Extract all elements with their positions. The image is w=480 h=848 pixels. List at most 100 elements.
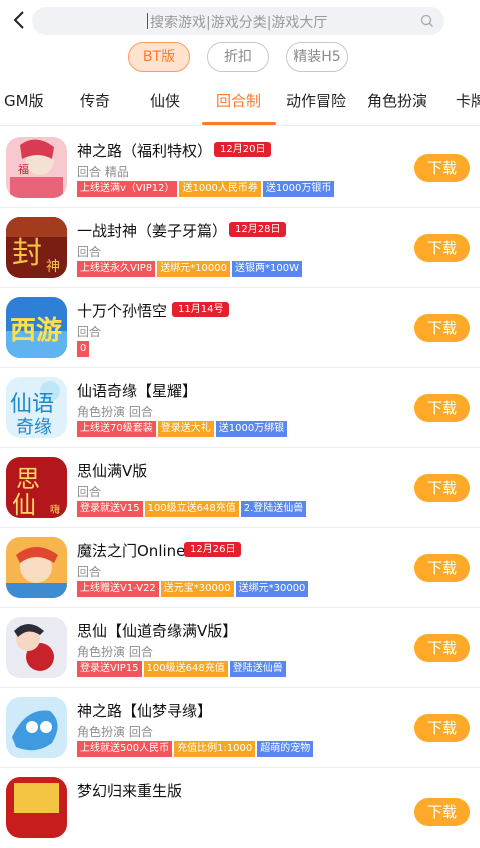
tag: 0	[77, 341, 90, 357]
game-icon	[6, 617, 67, 678]
chip-bt[interactable]: BT版	[128, 42, 190, 72]
tag: 送绑元*30000	[235, 581, 309, 597]
search-input[interactable]: 搜索游戏|游戏分类|游戏大厅	[32, 7, 444, 35]
list-item[interactable]: 福 神之路（福利特权） 12月20日 回合 精品 上线送满v（VIP12） 送10…	[0, 128, 480, 208]
tag: 登录就送V15	[77, 501, 143, 517]
list-item[interactable]: 梦幻归来重生版 下载	[0, 768, 480, 848]
game-category: 回合	[77, 565, 102, 579]
list-item[interactable]: 封神 一战封神（姜子牙篇） 12月28日 回合 上线送永久VIP8 送绑元*100…	[0, 208, 480, 288]
release-date-badge: 12月20日	[214, 142, 272, 157]
tag: 上线送永久VIP8	[77, 261, 156, 277]
tag: 送银两*100W	[232, 261, 302, 277]
tab-turn-based[interactable]: 回合制	[216, 90, 261, 111]
game-icon: 西游	[6, 297, 67, 358]
svg-text:福: 福	[18, 162, 29, 176]
game-tags: 上线赠送V1-V22 送元宝*30000 送绑元*30000	[77, 581, 310, 597]
download-button[interactable]: 下载	[414, 234, 470, 262]
game-title: 神之路【仙梦寻缘】	[77, 702, 213, 720]
release-date-badge: 12月26日	[184, 542, 242, 557]
tab-card[interactable]: 卡牌	[456, 90, 480, 111]
game-category: 角色扮演 回合	[77, 645, 153, 659]
top-bar: 搜索游戏|游戏分类|游戏大厅	[0, 0, 480, 40]
svg-text:思: 思	[16, 465, 40, 493]
game-title: 梦幻归来重生版	[77, 782, 183, 800]
download-button[interactable]: 下载	[414, 798, 470, 826]
svg-text:仙语: 仙语	[10, 392, 54, 417]
tab-xianxia[interactable]: 仙侠	[150, 90, 180, 111]
game-icon: 仙语 奇缘	[6, 377, 67, 438]
svg-text:封: 封	[12, 236, 42, 271]
game-tags: 上线送70级套装 登录送大礼 送1000万绑银	[77, 421, 289, 437]
tab-chuanqi[interactable]: 传奇	[80, 90, 110, 111]
tag: 送1000万绑银	[215, 421, 288, 437]
game-title: 一战封神（姜子牙篇）	[77, 222, 228, 240]
game-title: 神之路（福利特权）	[77, 142, 213, 160]
tag: 充值比例1:1000	[174, 741, 256, 757]
game-icon	[6, 697, 67, 758]
chip-discount[interactable]: 折扣	[207, 42, 269, 72]
download-button[interactable]: 下载	[414, 154, 470, 182]
svg-text:神: 神	[46, 259, 60, 275]
search-icon[interactable]	[420, 14, 434, 28]
game-icon: 思仙 嗨	[6, 457, 67, 518]
list-item[interactable]: 思仙 嗨 思仙满V版 回合 登录就送V15 100级立送648充值 2.登陆送仙兽 下…	[0, 448, 480, 528]
tag: 登陆送仙兽	[229, 661, 286, 677]
tab-action-adventure[interactable]: 动作冒险	[286, 90, 346, 111]
svg-text:奇缘: 奇缘	[16, 417, 52, 438]
game-tags: 上线送永久VIP8 送绑元*10000 送银两*100W	[77, 261, 304, 277]
download-button[interactable]: 下载	[414, 554, 470, 582]
game-title: 思仙满V版	[77, 462, 148, 480]
release-date-badge: 12月28日	[229, 222, 287, 237]
download-button[interactable]: 下载	[414, 474, 470, 502]
list-item[interactable]: 神之路【仙梦寻缘】 角色扮演 回合 上线就送500人民币 充值比例1:1000 超萌…	[0, 688, 480, 768]
tag: 送元宝*30000	[160, 581, 234, 597]
download-button[interactable]: 下载	[414, 314, 470, 342]
version-filter-chips: BT版 折扣 精装H5	[0, 42, 480, 74]
game-icon	[6, 537, 67, 598]
game-icon: 封神	[6, 217, 67, 278]
game-tags: 上线就送500人民币 充值比例1:1000 超萌的宠物	[77, 741, 315, 757]
download-button[interactable]: 下载	[414, 634, 470, 662]
tag: 送1000人民币券	[179, 181, 261, 197]
tag: 上线送满v（VIP12）	[77, 181, 178, 197]
tag: 送1000万银币	[262, 181, 335, 197]
download-button[interactable]: 下载	[414, 394, 470, 422]
tag: 上线就送500人民币	[77, 741, 173, 757]
category-tabs: GM版 传奇 仙侠 回合制 动作冒险 角色扮演 卡牌	[0, 84, 480, 126]
game-category: 回合	[77, 485, 102, 499]
tag: 登录送VIP15	[77, 661, 142, 677]
active-tab-indicator	[202, 122, 276, 125]
game-category: 回合	[77, 325, 102, 339]
svg-text:嗨: 嗨	[50, 503, 60, 516]
game-icon	[6, 777, 67, 838]
svg-text:西游: 西游	[10, 316, 62, 346]
game-category: 回合	[77, 245, 102, 259]
svg-text:仙: 仙	[12, 491, 36, 518]
game-title: 魔法之门Online	[77, 542, 186, 560]
game-tags: 上线送满v（VIP12） 送1000人民币券 送1000万银币	[77, 181, 336, 197]
game-title: 仙语奇缘【星耀】	[77, 382, 198, 400]
game-list: 福 神之路（福利特权） 12月20日 回合 精品 上线送满v（VIP12） 送10…	[0, 128, 480, 838]
tag: 上线送70级套装	[77, 421, 156, 437]
game-title: 十万个孙悟空	[77, 302, 168, 320]
game-category: 角色扮演 回合	[77, 725, 153, 739]
search-placeholder: 搜索游戏|游戏分类|游戏大厅	[150, 15, 328, 31]
list-item[interactable]: 西游 十万个孙悟空 11月14号 回合 0 下载	[0, 288, 480, 368]
game-tags: 0	[77, 341, 91, 357]
list-item[interactable]: 仙语 奇缘 仙语奇缘【星耀】 角色扮演 回合 上线送70级套装 登录送大礼 送1000…	[0, 368, 480, 448]
tag: 2.登陆送仙兽	[240, 501, 307, 517]
chip-h5[interactable]: 精装H5	[286, 42, 348, 72]
text-cursor	[147, 13, 148, 29]
game-category: 回合 精品	[77, 165, 129, 179]
list-item[interactable]: 魔法之门Online 12月26日 回合 上线赠送V1-V22 送元宝*30000…	[0, 528, 480, 608]
back-arrow-icon[interactable]	[8, 8, 32, 32]
list-item[interactable]: 思仙【仙道奇缘满V版】 角色扮演 回合 登录送VIP15 100级送648充值 登陆…	[0, 608, 480, 688]
tag: 上线赠送V1-V22	[77, 581, 159, 597]
game-icon: 福	[6, 137, 67, 198]
tab-rpg[interactable]: 角色扮演	[367, 90, 427, 111]
download-button[interactable]: 下载	[414, 714, 470, 742]
tag: 超萌的宠物	[257, 741, 314, 757]
game-category: 角色扮演 回合	[77, 405, 153, 419]
tag: 100级立送648充值	[144, 501, 239, 517]
tab-gm[interactable]: GM版	[4, 90, 44, 111]
